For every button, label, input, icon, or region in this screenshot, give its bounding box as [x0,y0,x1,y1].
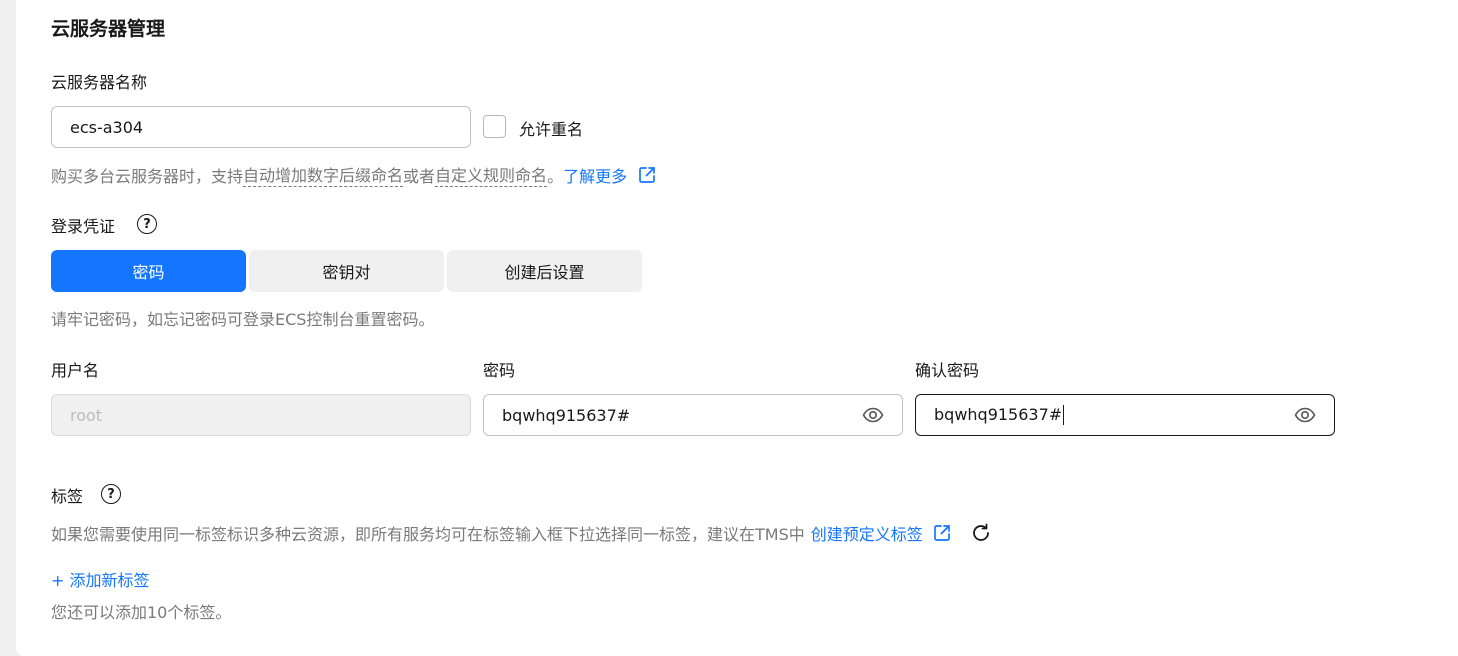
eye-icon[interactable] [862,404,884,426]
confirm-password-text: bqwhq915637# [934,405,1294,426]
section-title: 云服务器管理 [51,18,166,40]
hint-term-custom-rule[interactable]: 自定义规则命名 [435,162,548,187]
server-name-input[interactable]: ecs-a304 [51,106,471,148]
credential-option-later[interactable]: 创建后设置 [447,250,642,292]
credentials-segmented-control: 密码 密钥对 创建后设置 [51,250,642,292]
server-name-value: ecs-a304 [70,117,144,137]
server-name-label: 云服务器名称 [51,73,148,92]
credential-option-password[interactable]: 密码 [51,250,246,292]
question-circle-icon[interactable]: ? [137,214,157,234]
password-value: bqwhq915637# [502,405,631,425]
password-label: 密码 [483,361,516,380]
password-input[interactable]: bqwhq915637# [483,394,903,436]
create-predefined-tag-link[interactable]: 创建预定义标签 [811,521,923,545]
server-management-panel: 云服务器管理 云服务器名称 ecs-a304 允许重名 购买多台云服务器时，支持… [16,0,1458,656]
tags-label: 标签 [51,487,84,506]
allow-duplicate-checkbox[interactable] [483,115,506,138]
hint-prefix: 购买多台云服务器时，支持 [51,166,244,186]
add-tag-button[interactable]: + 添加新标签 [51,567,150,591]
username-value: root [70,405,103,425]
tags-hint: 如果您需要使用同一标签标识多种云资源，即所有服务均可在标签输入框下拉选择同一标签… [51,525,805,544]
server-name-hint: 购买多台云服务器时，支持 自动增加数字后缀命名 或者 自定义规则命名 。 了解更… [51,162,657,187]
confirm-password-label: 确认密码 [915,361,980,380]
external-link-icon[interactable] [637,165,657,185]
refresh-icon[interactable] [970,522,992,544]
username-label: 用户名 [51,361,100,380]
confirm-password-value: bqwhq915637# [934,404,1063,424]
question-circle-icon[interactable]: ? [101,484,121,504]
hint-mid: 或者 [403,166,436,186]
tags-hint-row: 如果您需要使用同一标签标识多种云资源，即所有服务均可在标签输入框下拉选择同一标签… [51,521,992,545]
learn-more-link[interactable]: 了解更多 [563,163,627,187]
username-input: root [51,394,471,436]
tags-remaining: 您还可以添加10个标签。 [51,603,232,622]
credentials-label: 登录凭证 [51,217,116,236]
confirm-password-input[interactable]: bqwhq915637# [915,394,1335,436]
credential-option-keypair[interactable]: 密钥对 [249,250,444,292]
allow-duplicate-label[interactable]: 允许重名 [519,116,583,140]
hint-suffix: 。 [547,166,564,186]
external-link-icon[interactable] [932,523,952,543]
text-caret [1063,405,1065,426]
eye-icon[interactable] [1294,404,1316,426]
hint-term-auto-suffix[interactable]: 自动增加数字后缀命名 [243,162,404,187]
credentials-hint: 请牢记密码，如忘记密码可登录ECS控制台重置密码。 [51,310,435,329]
